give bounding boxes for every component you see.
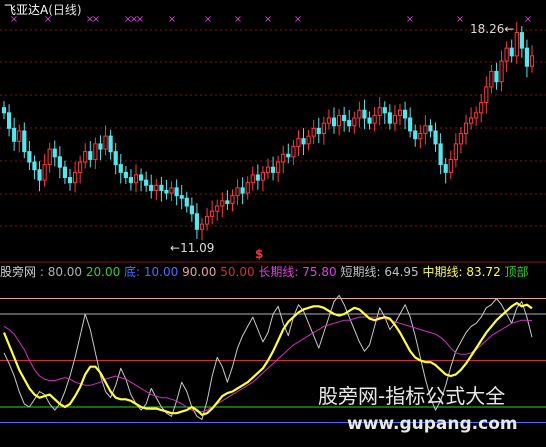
legend-item: 短期线: 64.95 bbox=[336, 265, 419, 279]
legend-item: 50.00 bbox=[216, 265, 255, 279]
top-marker: × bbox=[524, 14, 532, 25]
watermark-url: www.gupang.com bbox=[347, 414, 518, 434]
period-label: (日线) bbox=[48, 3, 82, 17]
legend-item: 底: 10.00 bbox=[120, 265, 179, 279]
low-price-value: 11.09 bbox=[180, 241, 215, 255]
top-marker: × bbox=[456, 14, 464, 25]
legend-items: : 80.00 20.00 底: 10.00 90.00 50.00 长期线: … bbox=[40, 265, 529, 279]
legend-item: 90.00 bbox=[178, 265, 217, 279]
top-marker: × bbox=[168, 14, 176, 25]
chart-title: 飞亚达A(日线) bbox=[4, 3, 82, 17]
top-marker: × bbox=[406, 14, 414, 25]
low-price-label: ←11.09 bbox=[170, 241, 214, 255]
legend-item: 中期线: 83.72 bbox=[418, 265, 501, 279]
legend-item: 顶部 bbox=[500, 265, 529, 279]
top-marker: × bbox=[234, 14, 242, 25]
high-arrow: ← bbox=[504, 22, 515, 36]
indicator-legend: 股旁网 : 80.00 20.00 底: 10.00 90.00 50.00 长… bbox=[0, 265, 529, 279]
legend-item: 20.00 bbox=[82, 265, 121, 279]
top-marker: × bbox=[204, 14, 212, 25]
signal-marker: $ bbox=[255, 247, 264, 261]
top-marker: × bbox=[264, 14, 272, 25]
top-marker: × bbox=[136, 14, 144, 25]
high-price-label: 18.26← bbox=[470, 22, 514, 36]
high-price-value: 18.26 bbox=[470, 22, 505, 36]
watermark-title: 股旁网-指标公式大全 bbox=[318, 384, 506, 408]
stock-name: 飞亚达A bbox=[4, 3, 49, 17]
low-arrow: ← bbox=[170, 241, 181, 255]
top-marker: × bbox=[92, 14, 100, 25]
legend-item: 长期线: 75.80 bbox=[254, 265, 337, 279]
top-marker: × bbox=[294, 14, 302, 25]
indicator-name: 股旁网 bbox=[0, 265, 37, 279]
legend-item: : 80.00 bbox=[39, 265, 83, 279]
stock-chart[interactable]: × × ×× ××× × × × × × × × × bbox=[0, 0, 546, 447]
